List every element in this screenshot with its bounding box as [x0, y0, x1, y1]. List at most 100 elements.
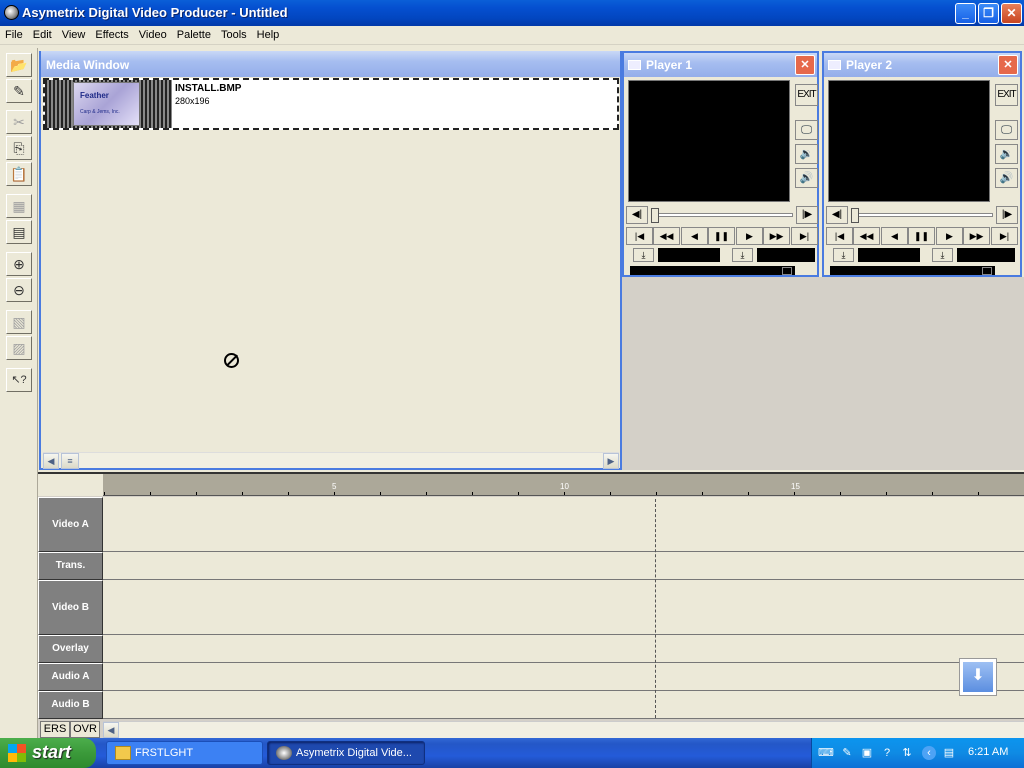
speaker-icon[interactable]: 🔊	[795, 168, 818, 188]
track-label-overlay[interactable]: Overlay	[38, 635, 103, 663]
track-label-audio-b[interactable]: Audio B	[38, 691, 103, 719]
menu-tools[interactable]: Tools	[216, 26, 252, 43]
paste-icon[interactable]: 📋	[6, 162, 32, 186]
menu-help[interactable]: Help	[252, 26, 285, 43]
film-frame-icon[interactable]: ▤	[6, 220, 32, 244]
keyboard-icon[interactable]: ⌨	[818, 746, 834, 760]
app-icon[interactable]	[4, 5, 19, 20]
track-label-audio-a[interactable]: Audio A	[38, 663, 103, 691]
network-icon[interactable]: ⇅	[900, 746, 914, 760]
slider-track[interactable]	[651, 213, 793, 217]
monitor-tray-icon[interactable]: ▤	[942, 746, 956, 760]
speaker-low-icon[interactable]: 🔉	[795, 144, 818, 164]
scroll-down-button[interactable]: ⬇	[959, 658, 997, 696]
player-2-exit-button[interactable]: EXIT	[995, 84, 1018, 106]
taskbar-item-frstlght[interactable]: FRSTLGHT	[106, 741, 263, 765]
timeline-horizontal-scrollbar[interactable]: ◀	[103, 721, 1024, 738]
context-help-icon[interactable]: ↖?	[6, 368, 32, 392]
timeline-playhead[interactable]	[655, 499, 656, 718]
minimize-button[interactable]: _	[955, 3, 976, 24]
play-back-icon[interactable]: ◀	[881, 227, 908, 245]
rewind-icon[interactable]: ◀◀	[653, 227, 680, 245]
step-back-icon[interactable]: ◀|	[826, 206, 848, 224]
scroll-right-arrow-icon[interactable]: ▶	[603, 453, 619, 469]
taskbar-item-asymetrix[interactable]: Asymetrix Digital Vide...	[267, 741, 425, 765]
maximize-button[interactable]: ❐	[978, 3, 999, 24]
monitor-icon[interactable]: 🖵	[795, 120, 818, 140]
timeline-ruler[interactable]: 5 10 15	[103, 474, 1024, 496]
player-1-position-slider[interactable]: ◀| |▶	[626, 206, 818, 224]
media-window-title[interactable]: Media Window	[41, 51, 620, 77]
last-frame-icon[interactable]: ▶|	[791, 227, 818, 245]
mark-out-icon[interactable]: ⤓	[732, 248, 753, 262]
play-icon[interactable]: ▶	[936, 227, 963, 245]
title-bar[interactable]: Asymetrix Digital Video Producer - Untit…	[0, 0, 1024, 26]
menu-video[interactable]: Video	[134, 26, 172, 43]
track-lane-audio-a[interactable]	[103, 663, 1024, 691]
slider-thumb[interactable]	[651, 208, 659, 223]
zoom-out-icon[interactable]: ⊖	[6, 278, 32, 302]
player-1-title[interactable]: Player 1	[624, 53, 817, 77]
film-strip-icon[interactable]: ▦	[6, 194, 32, 218]
mark-in-icon[interactable]: ⤓	[833, 248, 854, 262]
play-back-icon[interactable]: ◀	[681, 227, 708, 245]
player-1-exit-button[interactable]: EXIT	[795, 84, 818, 106]
fast-forward-icon[interactable]: ▶▶	[763, 227, 790, 245]
track-lane-transition[interactable]	[103, 552, 1024, 580]
player-2-title[interactable]: Player 2	[824, 53, 1020, 77]
scroll-left-arrow-icon[interactable]: ◀	[43, 453, 59, 469]
menu-view[interactable]: View	[57, 26, 91, 43]
first-frame-icon[interactable]: |◀	[826, 227, 853, 245]
scroll-thumb[interactable]: ≡	[61, 453, 79, 469]
media-item[interactable]: Feather Carp & Jems, Inc. INSTALL.BMP 28…	[43, 78, 619, 130]
step-forward-icon[interactable]: |▶	[996, 206, 1018, 224]
language-icon[interactable]: ▣	[860, 746, 874, 760]
fast-forward-icon[interactable]: ▶▶	[963, 227, 990, 245]
mark-in-icon[interactable]: ⤓	[633, 248, 654, 262]
first-frame-icon[interactable]: |◀	[626, 227, 653, 245]
track-label-transition[interactable]: Trans.	[38, 552, 103, 580]
pause-icon[interactable]: ❚❚	[908, 227, 935, 245]
step-forward-icon[interactable]: |▶	[796, 206, 818, 224]
clip-grid-icon[interactable]: ▨	[6, 336, 32, 360]
cut-icon[interactable]: ✂	[6, 110, 32, 134]
pen-icon[interactable]: ✎	[840, 746, 854, 760]
show-hidden-icons-chevron[interactable]: ‹	[922, 746, 936, 760]
copy-icon[interactable]: ⎘	[6, 136, 32, 160]
ruler-tick	[288, 492, 289, 495]
track-lane-video-b[interactable]	[103, 580, 1024, 635]
zoom-in-icon[interactable]: ⊕	[6, 252, 32, 276]
track-label-video-a[interactable]: Video A	[38, 497, 103, 552]
track-label-video-b[interactable]: Video B	[38, 580, 103, 635]
edit-pencil-icon[interactable]: ✎	[6, 79, 32, 103]
menu-edit[interactable]: Edit	[28, 26, 57, 43]
play-icon[interactable]: ▶	[736, 227, 763, 245]
step-back-icon[interactable]: ◀|	[626, 206, 648, 224]
track-lane-video-a[interactable]	[103, 497, 1024, 552]
speaker-icon[interactable]: 🔊	[995, 168, 1018, 188]
clip-icon[interactable]: ▧	[6, 310, 32, 334]
rewind-icon[interactable]: ◀◀	[853, 227, 880, 245]
speaker-low-icon[interactable]: 🔉	[995, 144, 1018, 164]
start-button[interactable]: start	[0, 738, 96, 768]
slider-thumb[interactable]	[851, 208, 859, 223]
player-2-close-button[interactable]: ✕	[998, 55, 1018, 75]
close-button[interactable]: ✕	[1001, 3, 1022, 24]
track-lane-audio-b[interactable]	[103, 691, 1024, 719]
timeline-scroll-left-arrow-icon[interactable]: ◀	[103, 722, 119, 738]
pause-icon[interactable]: ❚❚	[708, 227, 735, 245]
slider-track[interactable]	[851, 213, 993, 217]
menu-palette[interactable]: Palette	[172, 26, 216, 43]
mark-out-icon[interactable]: ⤓	[932, 248, 953, 262]
open-folder-icon[interactable]: 📂	[6, 53, 32, 77]
player-2-position-slider[interactable]: ◀| |▶	[826, 206, 1018, 224]
last-frame-icon[interactable]: ▶|	[991, 227, 1018, 245]
help-icon[interactable]: ?	[880, 746, 894, 760]
media-horizontal-scrollbar[interactable]: ◀ ≡ ▶	[43, 452, 619, 469]
track-lane-overlay[interactable]	[103, 635, 1024, 663]
player-1-close-button[interactable]: ✕	[795, 55, 815, 75]
monitor-icon[interactable]: 🖵	[995, 120, 1018, 140]
clock[interactable]: 6:21 AM	[968, 746, 1008, 758]
menu-effects[interactable]: Effects	[90, 26, 133, 43]
menu-file[interactable]: File	[0, 26, 28, 43]
